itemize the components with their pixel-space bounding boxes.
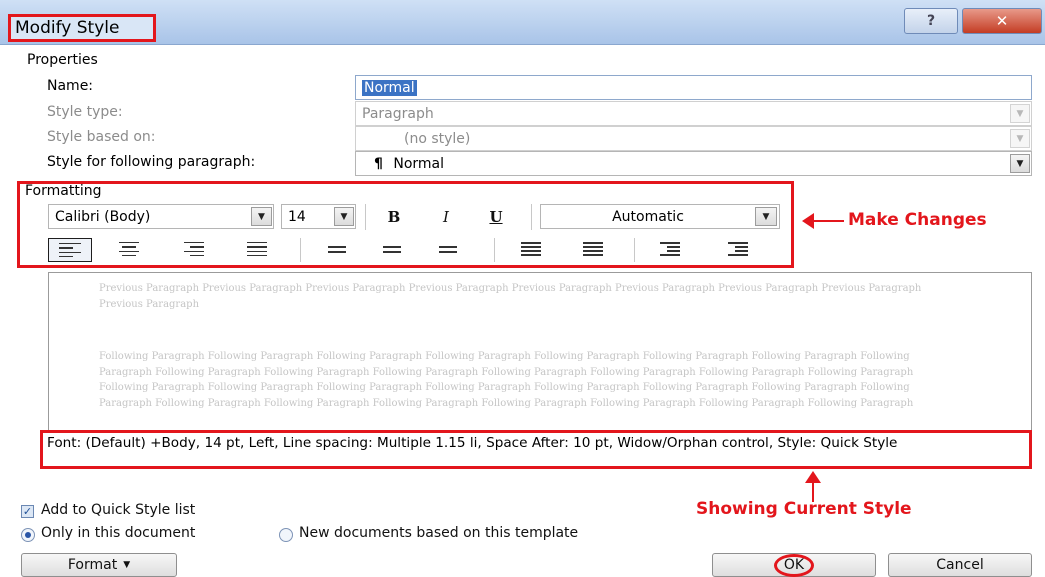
add-quick-style-checkbox[interactable]: ✓: [21, 505, 34, 518]
title-bar: [0, 0, 1045, 45]
font-color-select[interactable]: Automatic: [540, 204, 780, 229]
chevron-down-icon[interactable]: ▼: [1010, 104, 1030, 123]
font-color-value: Automatic: [612, 209, 684, 225]
name-field[interactable]: Normal: [355, 75, 1032, 100]
following-paragraph-select[interactable]: ¶ Normal: [355, 151, 1032, 176]
align-right-icon[interactable]: [184, 242, 204, 256]
toolbar-separator: [634, 238, 635, 262]
style-type-value: Paragraph: [362, 106, 434, 122]
dialog-title: Modify Style: [8, 14, 156, 42]
chevron-down-icon[interactable]: ▼: [251, 207, 272, 226]
style-type-select[interactable]: Paragraph: [355, 101, 1032, 126]
underline-button[interactable]: U: [482, 205, 510, 229]
add-quick-style-label: Add to Quick Style list: [41, 502, 196, 518]
toolbar-separator: [531, 204, 532, 230]
single-spacing-icon[interactable]: [328, 245, 346, 253]
new-documents-radio[interactable]: [279, 528, 293, 542]
align-center-icon[interactable]: [119, 242, 139, 256]
toolbar-separator: [365, 204, 366, 230]
decrease-indent-icon[interactable]: [660, 241, 680, 257]
font-size-value: 14: [288, 209, 306, 225]
name-label: Name:: [47, 78, 94, 94]
chevron-down-icon: ▼: [123, 560, 131, 570]
toolbar-separator: [494, 238, 495, 262]
only-this-document-label: Only in this document: [41, 525, 196, 541]
style-based-on-value: (no style): [404, 131, 471, 147]
cancel-button[interactable]: Cancel: [888, 553, 1032, 577]
following-paragraph-label: Style for following paragraph:: [47, 154, 256, 170]
following-paragraph-preview: Following Paragraph Following Paragraph …: [99, 351, 914, 409]
previous-paragraph-preview: Previous Paragraph Previous Paragraph Pr…: [99, 283, 922, 310]
chevron-down-icon[interactable]: ▼: [1010, 154, 1030, 173]
pilcrow-icon: ¶: [374, 156, 383, 172]
double-spacing-icon[interactable]: [439, 245, 457, 253]
format-button[interactable]: Format ▼: [21, 553, 177, 577]
help-button[interactable]: ?: [904, 8, 958, 34]
ok-button[interactable]: OK: [712, 553, 876, 577]
name-value: Normal: [362, 80, 417, 96]
bold-button[interactable]: B: [380, 205, 408, 229]
cancel-button-label: Cancel: [936, 557, 984, 573]
style-preview: Previous Paragraph Previous Paragraph Pr…: [48, 272, 1032, 432]
style-based-on-label: Style based on:: [47, 129, 156, 145]
align-left-icon: [59, 243, 81, 257]
justify-icon[interactable]: [247, 242, 267, 256]
arrow-head-icon: [805, 471, 821, 483]
close-button[interactable]: ✕: [962, 8, 1042, 34]
style-type-label: Style type:: [47, 104, 123, 120]
ok-button-label: OK: [773, 553, 815, 577]
format-button-label: Format: [67, 557, 118, 573]
increase-indent-icon[interactable]: [728, 241, 748, 257]
showing-current-style-annotation: Showing Current Style: [696, 499, 912, 519]
decrease-paragraph-spacing-icon[interactable]: [583, 241, 603, 257]
formatting-section-label: Formatting: [25, 183, 102, 199]
chevron-down-icon[interactable]: ▼: [1010, 129, 1030, 148]
properties-section-label: Properties: [27, 52, 98, 68]
new-documents-label: New documents based on this template: [299, 525, 579, 541]
make-changes-annotation: Make Changes: [848, 210, 987, 230]
following-paragraph-value: Normal: [393, 156, 445, 172]
chevron-down-icon[interactable]: ▼: [755, 207, 777, 226]
toolbar-separator: [300, 238, 301, 262]
chevron-down-icon[interactable]: ▼: [334, 207, 354, 226]
align-left-button[interactable]: [48, 238, 92, 262]
italic-button[interactable]: I: [432, 205, 460, 229]
arrow-head-icon: [802, 213, 814, 229]
only-this-document-radio[interactable]: [21, 528, 35, 542]
font-name-select[interactable]: Calibri (Body): [48, 204, 274, 229]
increase-paragraph-spacing-icon[interactable]: [521, 241, 541, 257]
style-based-on-select[interactable]: (no style): [355, 126, 1032, 151]
one-half-spacing-icon[interactable]: [383, 245, 401, 253]
style-description: Font: (Default) +Body, 14 pt, Left, Line…: [40, 430, 1032, 469]
font-name-value: Calibri (Body): [55, 209, 151, 225]
